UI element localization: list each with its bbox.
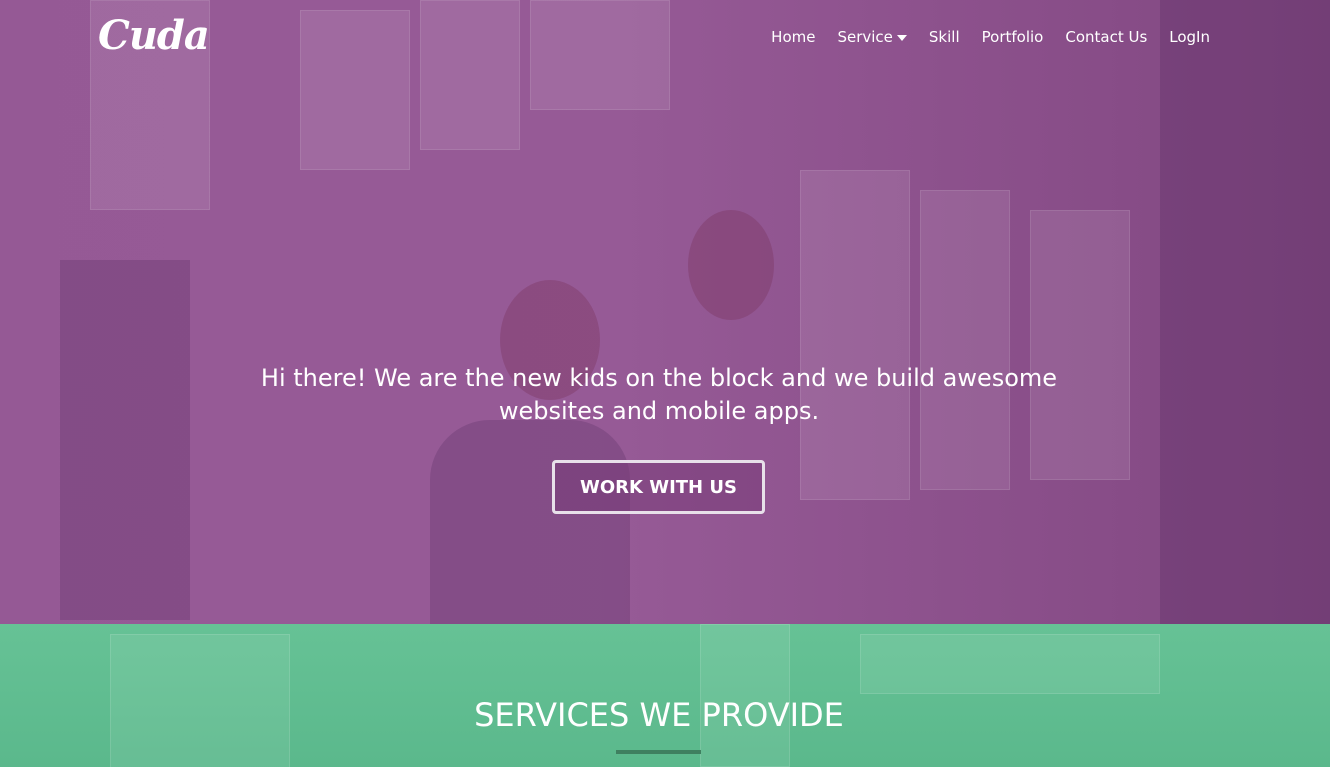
nav-item-home[interactable]: Home <box>771 28 815 46</box>
nav-item-label: Skill <box>928 28 960 46</box>
background-window <box>860 634 1160 694</box>
background-window <box>420 0 520 150</box>
nav-item-label: Service <box>837 28 893 46</box>
background-person <box>688 210 774 320</box>
caret-down-icon <box>896 35 907 41</box>
nav-item-label: Contact Us <box>1065 28 1148 46</box>
background-window <box>1030 210 1130 480</box>
brand-logo[interactable]: Cuda <box>98 12 210 59</box>
nav-item-label: Portfolio <box>981 28 1044 46</box>
services-section: SERVICES WE PROVIDE <box>0 624 1330 767</box>
hero-headline-line-1: Hi there! We are the new kids on the blo… <box>260 364 1058 392</box>
background-shade <box>60 260 190 620</box>
background-window <box>300 10 410 170</box>
nav-item-portfolio[interactable]: Portfolio <box>982 28 1044 46</box>
hero-headline: Hi there! We are the new kids on the blo… <box>0 362 1318 428</box>
nav-item-label: LogIn <box>1169 28 1210 46</box>
hero-section: Cuda Home Service Skill Portfolio Contac… <box>0 0 1330 624</box>
background-window <box>530 0 670 110</box>
services-title: SERVICES WE PROVIDE <box>474 696 844 734</box>
work-with-us-button[interactable]: WORK WITH US <box>552 460 765 514</box>
background-shade <box>1160 0 1330 624</box>
title-underline <box>616 750 701 754</box>
nav-item-skill[interactable]: Skill <box>929 28 960 46</box>
background-window <box>920 190 1010 490</box>
background-person-body <box>430 420 630 624</box>
background-window <box>800 170 910 500</box>
nav-item-login[interactable]: LogIn <box>1169 28 1210 46</box>
nav-item-label: Home <box>771 28 816 46</box>
hero-headline-line-2: websites and mobile apps. <box>498 397 820 425</box>
nav-item-contact-us[interactable]: Contact Us <box>1065 28 1147 46</box>
nav-item-service[interactable]: Service <box>837 28 907 46</box>
main-nav: Home Service Skill Portfolio Contact Us … <box>771 28 1210 46</box>
